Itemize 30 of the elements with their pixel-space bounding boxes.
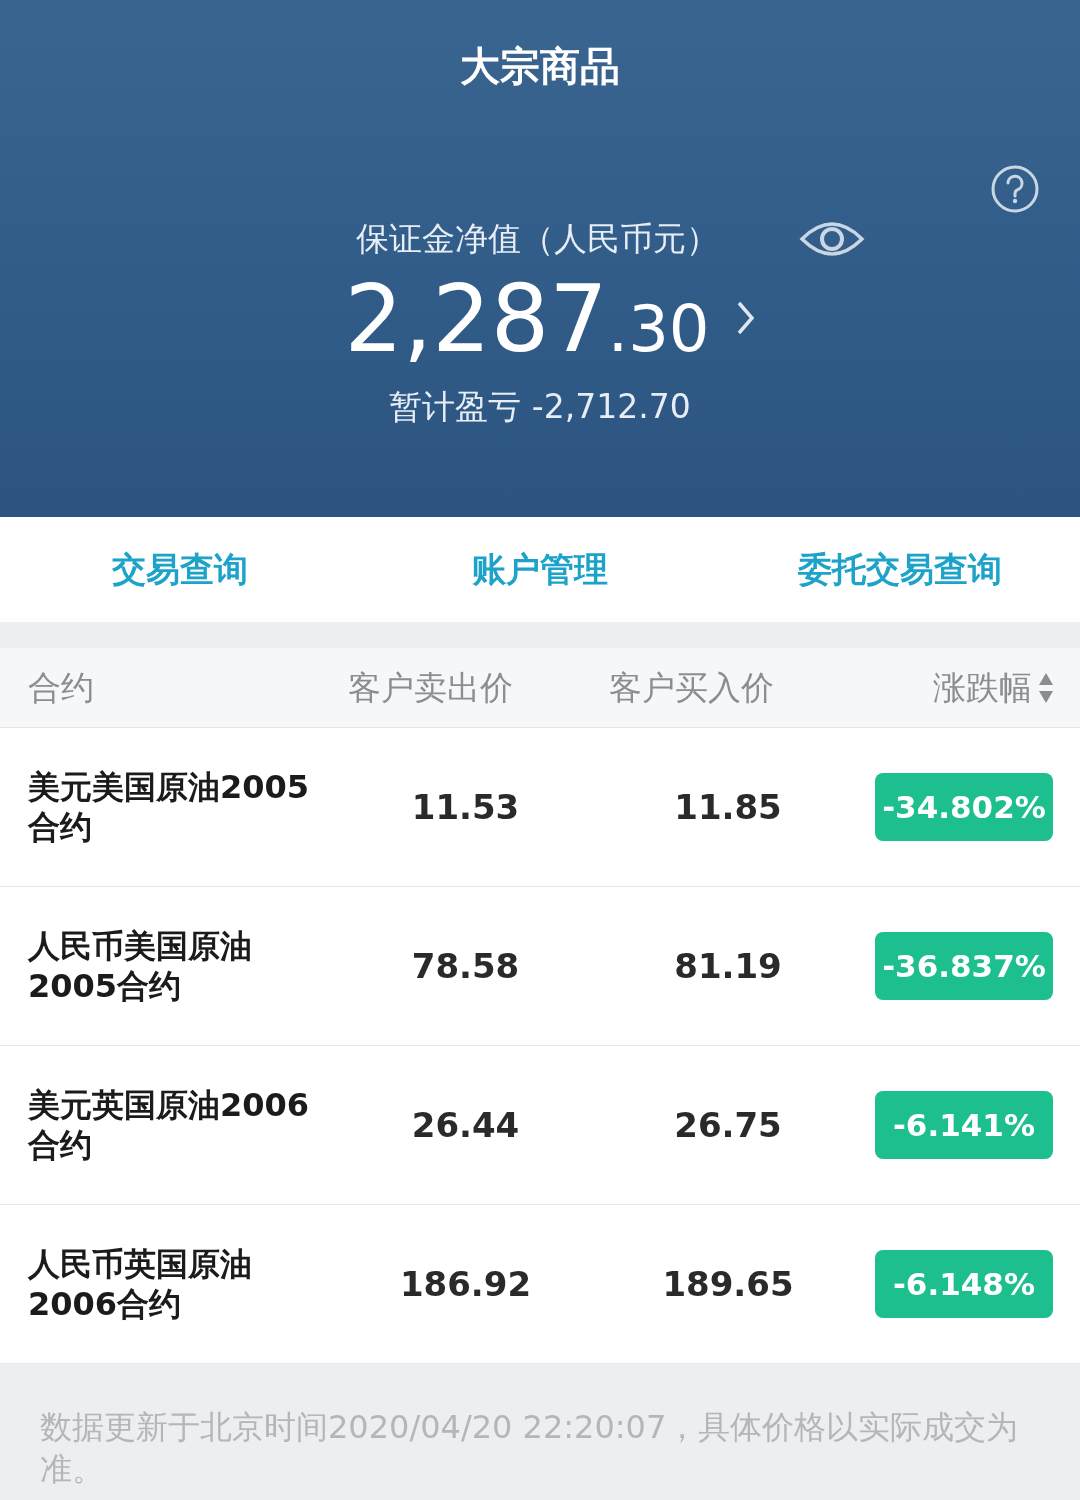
buy-price: 189.65: [662, 1262, 794, 1306]
buy-price: 26.75: [674, 1103, 782, 1147]
sell-price: 11.53: [411, 785, 520, 829]
sell-price: 26.44: [411, 1103, 520, 1147]
nav-link[interactable]: 账户管理: [472, 544, 608, 595]
update-notice: 数据更新于北京时间2020/04/20 22:20:07，具体价格以实际成交为准。: [40, 1407, 1020, 1490]
change-badge: -6.141%: [875, 1091, 1053, 1159]
column-header: 客户买入价: [609, 666, 774, 709]
help-icon[interactable]: [990, 164, 1040, 214]
buy-price: 81.19: [674, 944, 782, 988]
change-badge: -36.837%: [875, 932, 1053, 1000]
sell-price: 78.58: [411, 944, 520, 988]
contract-name: 人民币英国原油2006合约: [28, 1244, 253, 1324]
change-badge: -34.802%: [875, 773, 1053, 841]
balance-label: 保证金净值（人民币元）: [355, 218, 719, 260]
nav-link[interactable]: 委托交易查询: [798, 544, 1002, 595]
column-header[interactable]: 涨跌幅: [933, 662, 1032, 713]
pnl-text: 暂计盈亏 -2,712.70: [389, 385, 691, 428]
buy-price: 11.85: [674, 785, 782, 829]
page-title: 大宗商品: [460, 42, 620, 91]
contract-name: 美元英国原油2006合约: [28, 1085, 311, 1165]
contract-name: 人民币美国原油2005合约: [28, 926, 253, 1006]
change-badge: -6.148%: [875, 1250, 1053, 1318]
column-header: 客户卖出价: [348, 666, 513, 709]
contract-name: 美元美国原油2005合约: [28, 767, 311, 847]
nav-link[interactable]: 交易查询: [112, 544, 248, 595]
chevron-right-icon[interactable]: [735, 299, 756, 336]
balance-amount[interactable]: 2,287.30: [344, 273, 710, 366]
column-header: 合约: [28, 666, 94, 709]
sell-price: 186.92: [399, 1262, 532, 1306]
